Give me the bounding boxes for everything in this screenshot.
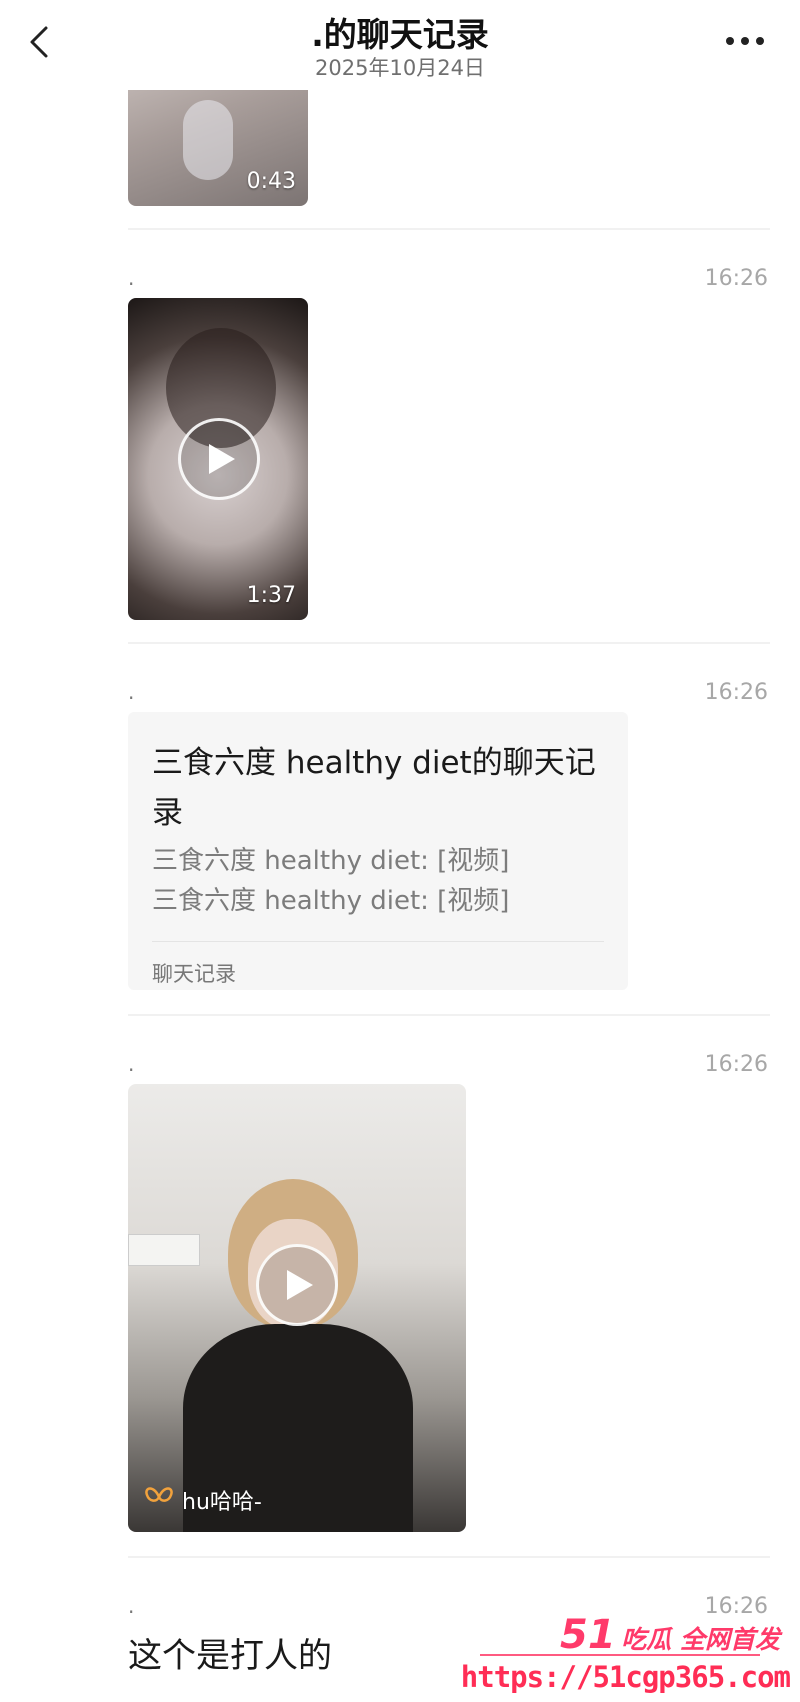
more-dots-icon[interactable] (720, 26, 770, 56)
page-title: .的聊天记录 (311, 15, 489, 54)
video-duration: 1:37 (246, 583, 296, 608)
card-line: 三食六度 healthy diet: [视频] (152, 846, 510, 876)
card-footer: 聊天记录 (152, 962, 236, 986)
message-divider (128, 1556, 770, 1558)
message-divider (128, 1014, 770, 1016)
video-message[interactable]: hu哈哈- (128, 1084, 466, 1532)
message-sender: . (128, 266, 135, 290)
message-divider (128, 642, 770, 644)
watermark-brand: 51 吃瓜 全网首发 (560, 1612, 780, 1658)
video-duration: 0:43 (246, 169, 296, 194)
play-icon[interactable] (256, 1244, 338, 1326)
watermark-text: 吃瓜 全网首发 (621, 1625, 780, 1654)
video-message[interactable]: 1:37 (128, 298, 308, 620)
watermark: 51 吃瓜 全网首发 https://51cgp365.com (461, 1612, 791, 1702)
card-divider (152, 941, 604, 942)
message-sender: . (128, 680, 135, 704)
watermark-number: 51 (560, 1612, 616, 1658)
header: .的聊天记录 2025年10月24日 (0, 0, 800, 90)
card-line: 三食六度 healthy diet: [视频] (152, 886, 510, 916)
watermark-underline (480, 1654, 760, 1656)
message-sender: . (128, 1594, 135, 1618)
card-title: 三食六度 healthy diet的聊天记录 (152, 745, 596, 831)
message-time: 16:26 (704, 266, 768, 291)
text-message: 这个是打人的 (128, 1636, 332, 1676)
butterfly-logo-icon (144, 1485, 174, 1515)
play-icon[interactable] (178, 418, 260, 500)
message-divider (128, 228, 770, 230)
watermark-url: https://51cgp365.com (460, 1660, 791, 1694)
video-thumbnail-figure (183, 100, 233, 180)
chat-record-card[interactable]: 三食六度 healthy diet的聊天记录 三食六度 healthy diet… (128, 712, 628, 990)
message-time: 16:26 (704, 680, 768, 705)
message-time: 16:26 (704, 1052, 768, 1077)
overlay-username: hu哈哈- (182, 1490, 262, 1515)
video-overlay-user: hu哈哈- (144, 1484, 262, 1516)
air-conditioner-shape (128, 1234, 200, 1266)
message-sender: . (128, 1052, 135, 1076)
page-date: 2025年10月24日 (315, 56, 485, 80)
